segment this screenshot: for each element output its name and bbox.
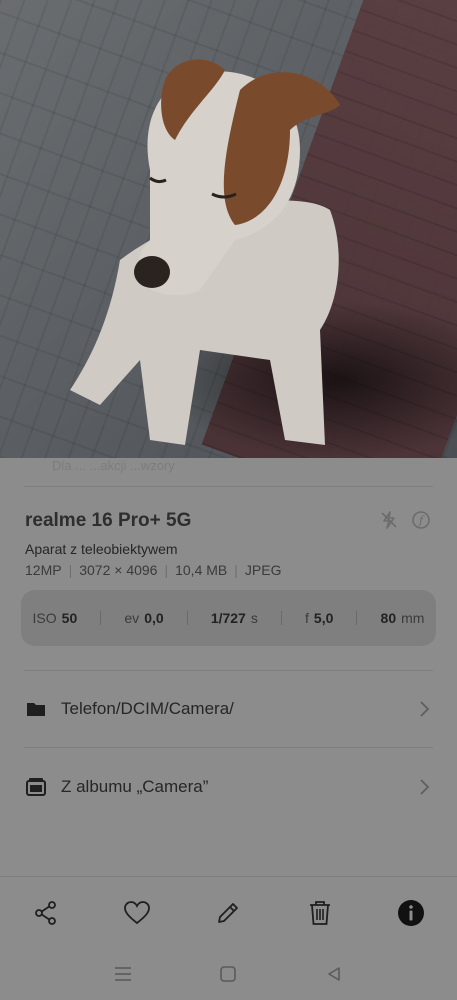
megapixels: 12MP [25, 562, 62, 578]
shutter-cell: 1/727 s [211, 610, 258, 626]
trash-icon [309, 901, 330, 925]
home-icon [220, 966, 237, 982]
edit-icon [218, 903, 239, 923]
top-icons: f [379, 510, 431, 530]
folder-path: Telefon/DCIM/Camera/ [61, 699, 234, 718]
info-button[interactable] [396, 898, 426, 928]
folder-path-row[interactable]: Telefon/DCIM/Camera/ [25, 689, 431, 729]
camera-type: Aparat z teleobiektywem [25, 541, 178, 557]
delete-button[interactable] [305, 898, 335, 928]
favorite-button[interactable] [122, 898, 152, 928]
chevron-right-icon [417, 700, 431, 718]
shutter-value: 1/727 [210, 610, 246, 626]
dog-illustration [70, 59, 340, 445]
info-panel: Dla ... ...akcji ...wzory realme 16 Pro+… [0, 458, 457, 878]
album-icon [25, 776, 47, 798]
aperture-label: f [305, 610, 309, 626]
iso-value: 50 [61, 610, 78, 626]
exif-separator [186, 611, 188, 625]
shutter-unit: s [250, 610, 258, 626]
spec-separator: | [68, 562, 73, 578]
aperture-value: 5,0 [313, 610, 334, 626]
photo-action-bar [0, 876, 457, 949]
divider [24, 670, 433, 671]
exif-separator [100, 611, 102, 625]
flash-off-icon [379, 510, 399, 530]
share-icon [34, 901, 56, 925]
focal-value: 80 [380, 610, 397, 626]
edit-button[interactable] [213, 898, 243, 928]
chevron-right-icon [417, 778, 431, 796]
home-button[interactable] [218, 964, 238, 984]
exif-separator [280, 611, 282, 625]
album-name: Z albumu „Camera” [61, 777, 209, 796]
device-model: realme 16 Pro+ 5G [25, 510, 192, 531]
file-format: JPEG [244, 562, 282, 578]
back-icon [328, 967, 340, 981]
focal-unit: mm [401, 610, 425, 626]
system-navigation-bar [0, 948, 457, 1000]
divider [24, 486, 433, 487]
album-row[interactable]: Z albumu „Camera” [25, 767, 431, 807]
ev-cell: ev 0,0 [124, 610, 163, 626]
menu-icon [114, 967, 131, 981]
share-button[interactable] [31, 898, 61, 928]
photo-preview[interactable] [0, 0, 457, 458]
ev-label: ev [124, 610, 140, 626]
exif-bar: ISO 50 ev 0,0 1/727 s f 5,0 80 mm [21, 590, 436, 646]
iso-cell: ISO 50 [33, 610, 78, 626]
aperture-cell: f 5,0 [305, 610, 333, 626]
spec-separator: | [234, 562, 238, 578]
resolution: 3072 × 4096 [79, 562, 158, 578]
recent-apps-button[interactable] [113, 964, 133, 984]
folder-icon [25, 698, 47, 720]
file-specs: 12MP | 3072 × 4096 | 10,4 MB | JPEG [25, 562, 281, 578]
svg-text:f: f [418, 514, 425, 527]
divider [24, 747, 433, 748]
info-icon [398, 900, 425, 926]
exif-separator [356, 611, 358, 625]
spec-separator: | [164, 562, 169, 578]
aperture-icon: f [411, 510, 431, 530]
ev-value: 0,0 [144, 610, 164, 626]
iso-label: ISO [32, 610, 57, 626]
heart-icon [124, 901, 150, 925]
faded-caption: Dla ... ...akcji ...wzory [52, 458, 175, 473]
file-size: 10,4 MB [175, 562, 228, 578]
back-button[interactable] [324, 964, 344, 984]
focal-cell: 80 mm [381, 610, 425, 626]
